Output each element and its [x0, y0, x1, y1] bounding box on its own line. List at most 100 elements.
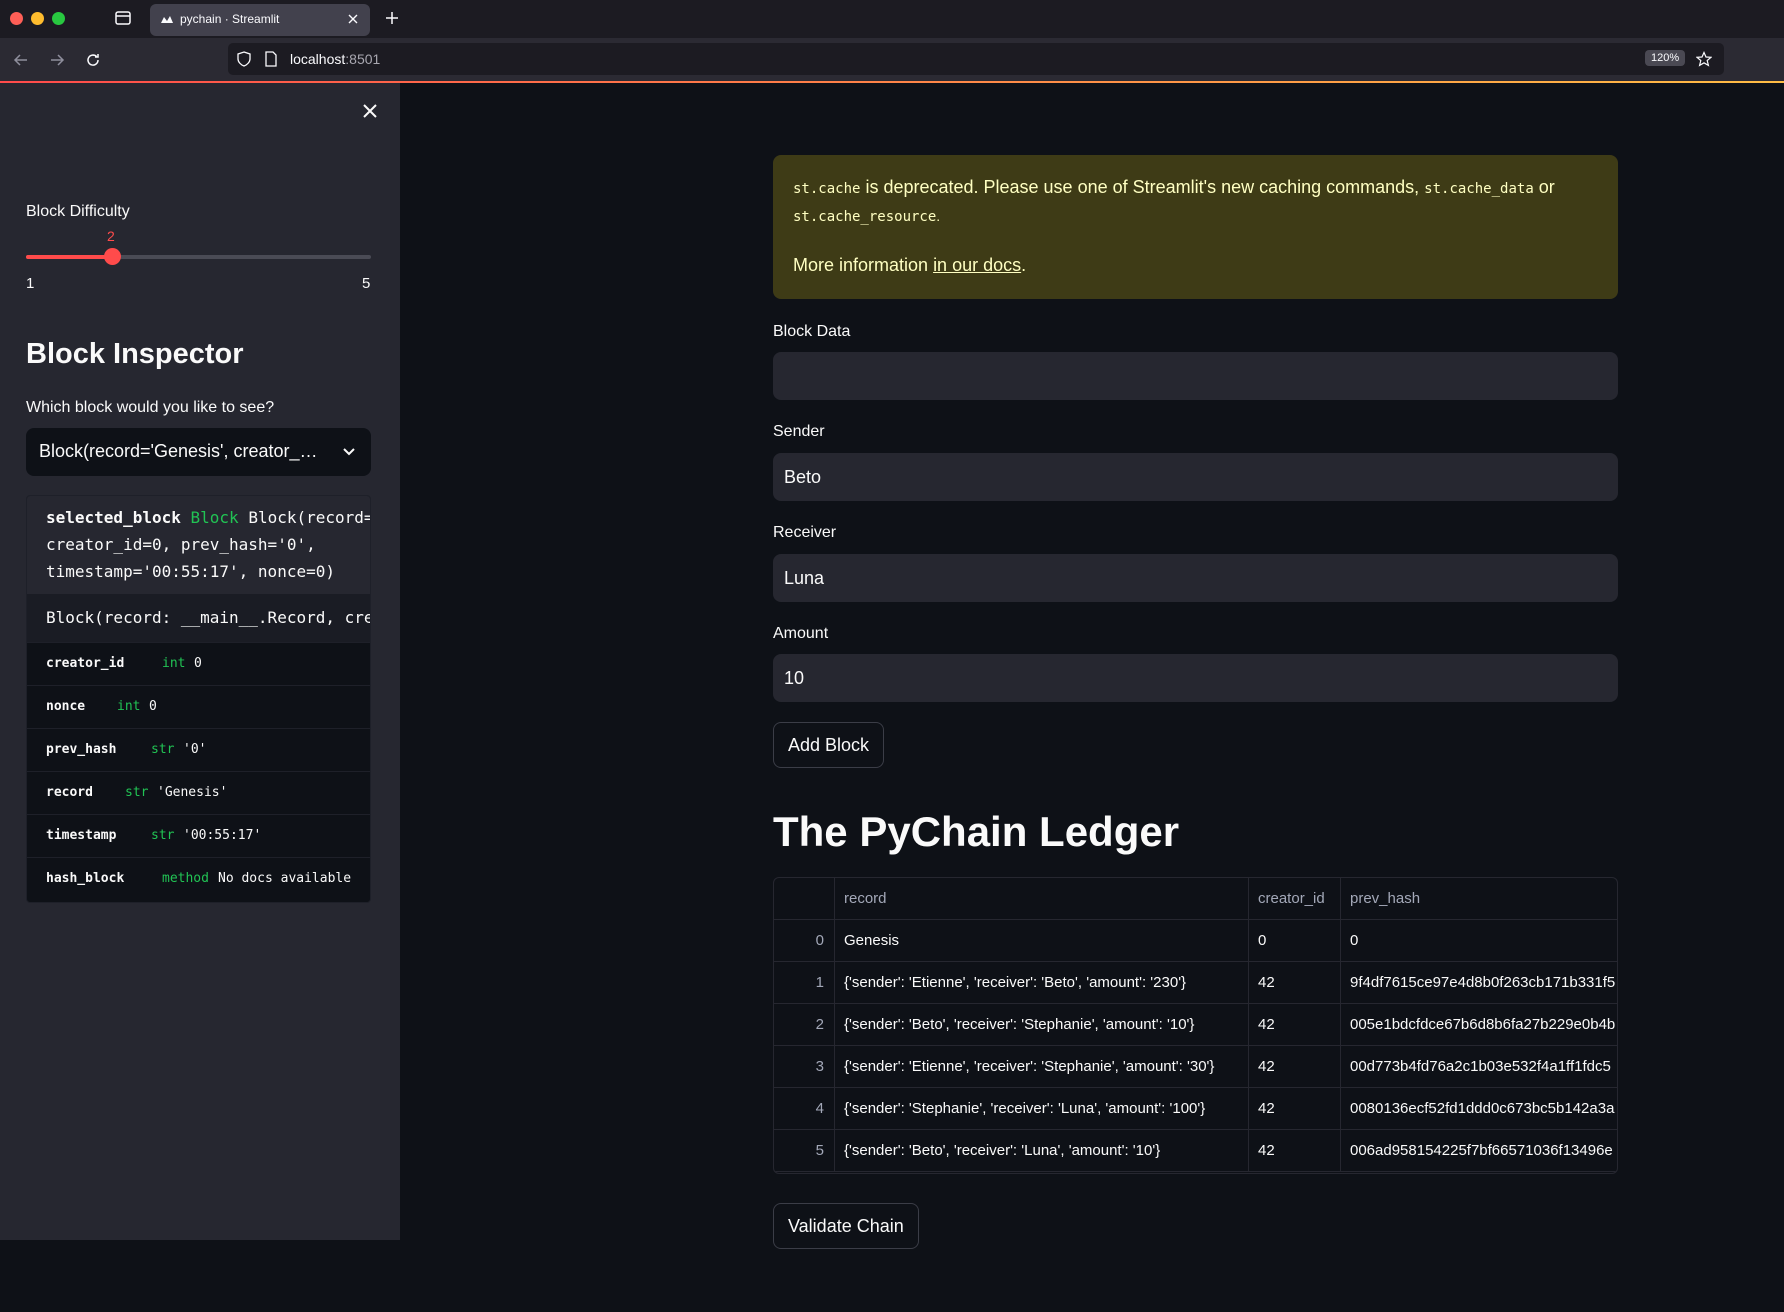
- difficulty-slider[interactable]: [26, 248, 371, 265]
- attribute-value: 0: [194, 656, 202, 671]
- row-index: 5: [774, 1130, 835, 1172]
- table-row[interactable]: 4 {'sender': 'Stephanie', 'receiver': 'Lu…: [774, 1088, 1617, 1130]
- help-attribute-row: timestamp str '00:55:17': [27, 814, 370, 857]
- help-head-line-3: timestamp='00:55:17', nonce=0): [46, 562, 335, 581]
- url-bar[interactable]: localhost:8501 120%: [228, 43, 1724, 75]
- slider-fill: [26, 255, 113, 259]
- ledger-table[interactable]: record creator_id prev_hash 0 Genesis 0 0 1{…: [773, 877, 1618, 1174]
- zoom-level-badge[interactable]: 120%: [1645, 50, 1686, 66]
- add-block-button[interactable]: Add Block: [773, 722, 885, 768]
- record-cell[interactable]: Genesis: [835, 920, 1249, 962]
- column-header-prev-hash[interactable]: prev_hash: [1341, 878, 1617, 920]
- streamlit-favicon-icon: [161, 16, 173, 23]
- docs-link[interactable]: in our docs: [933, 255, 1021, 275]
- table-row[interactable]: 3 {'sender': 'Etienne', 'receiver': 'Step…: [774, 1046, 1617, 1088]
- prev-hash-cell[interactable]: 006ad958154225f7bf66571036f13496e: [1341, 1130, 1617, 1172]
- url-text[interactable]: localhost:8501: [290, 51, 380, 67]
- table-header-row: record creator_id prev_hash: [774, 878, 1617, 920]
- creator-id-cell[interactable]: 42: [1249, 1088, 1341, 1130]
- record-cell[interactable]: {'sender': 'Etienne', 'receiver': 'Beto'…: [835, 962, 1249, 1004]
- row-index: 2: [774, 1004, 835, 1046]
- creator-id-cell[interactable]: 42: [1249, 1004, 1341, 1046]
- shield-icon[interactable]: [236, 51, 252, 67]
- prev-hash-cell[interactable]: 00d773b4fd76a2c1b03e532f4a1ff1fdc5: [1341, 1046, 1617, 1088]
- close-window-button[interactable]: [10, 12, 23, 25]
- help-attribute-row: record str 'Genesis': [27, 771, 370, 814]
- table-row[interactable]: 5 {'sender': 'Beto', 'receiver': 'Luna', …: [774, 1130, 1617, 1172]
- slider-current-value: 2: [107, 228, 115, 244]
- column-header-record[interactable]: record: [835, 878, 1249, 920]
- creator-id-cell[interactable]: 0: [1249, 920, 1341, 962]
- close-tab-icon[interactable]: [344, 10, 362, 28]
- close-sidebar-icon[interactable]: [360, 101, 380, 121]
- slider-max-label: 5: [362, 275, 371, 292]
- block-select-value: Block(record='Genesis', creator_id=0, pr…: [39, 441, 319, 461]
- help-attribute-row: prev_hash str '0': [27, 728, 370, 771]
- block-select-label: Which block would you like to see?: [26, 399, 275, 416]
- amount-input[interactable]: [773, 654, 1618, 702]
- help-attribute-row: creator_id int 0: [27, 642, 370, 685]
- tab-title: pychain · Streamlit: [180, 12, 280, 26]
- ledger-heading: The PyChain Ledger: [773, 808, 1180, 855]
- block-help-panel: selected_block Block Block(record='Genes…: [26, 495, 371, 903]
- tab-overview-icon[interactable]: [114, 9, 132, 27]
- attribute-value: '0': [183, 742, 207, 757]
- help-attribute-row: nonce int 0: [27, 685, 370, 728]
- sidebar: Block Difficulty 2 1 5 Block Inspector W…: [0, 83, 400, 1240]
- chevron-down-icon: [343, 448, 355, 456]
- attribute-name: record: [46, 785, 93, 800]
- block-inspector-heading: Block Inspector: [26, 338, 244, 370]
- maximize-window-button[interactable]: [52, 12, 65, 25]
- attribute-name: hash_block: [46, 871, 125, 886]
- attribute-name: nonce: [46, 699, 86, 714]
- warning-line-2: st.cache_resource.: [793, 208, 941, 225]
- creator-id-cell[interactable]: 42: [1249, 962, 1341, 1004]
- help-attribute-row: hash_block method No docs available: [27, 857, 370, 900]
- sender-input[interactable]: [773, 453, 1618, 501]
- validate-chain-button[interactable]: Validate Chain: [773, 1203, 919, 1249]
- slider-thumb[interactable]: [104, 248, 122, 265]
- page-info-icon[interactable]: [264, 51, 278, 67]
- attribute-value: '00:55:17': [183, 828, 262, 843]
- new-tab-icon[interactable]: [383, 9, 401, 27]
- table-row[interactable]: 2 {'sender': 'Beto', 'receiver': 'Stephan…: [774, 1004, 1617, 1046]
- block-select[interactable]: Block(record='Genesis', creator_id=0, pr…: [26, 428, 371, 476]
- creator-id-cell[interactable]: 42: [1249, 1046, 1341, 1088]
- table-row[interactable]: 1 {'sender': 'Etienne', 'receiver': 'Beto…: [774, 962, 1617, 1004]
- prev-hash-cell[interactable]: 9f4df7615ce97e4d8b0f263cb171b331f5: [1341, 962, 1617, 1004]
- creator-id-cell[interactable]: 42: [1249, 1130, 1341, 1172]
- help-signature: Block(record: __main__.Record, creator_i…: [27, 594, 370, 642]
- back-icon[interactable]: [12, 51, 30, 69]
- prev-hash-cell[interactable]: 0080136ecf52fd1ddd0c673bc5b142a3a: [1341, 1088, 1617, 1130]
- browser-tab[interactable]: pychain · Streamlit: [150, 4, 370, 36]
- attribute-type: int: [162, 656, 186, 671]
- warning-line-1: st.cache is deprecated. Please use one o…: [793, 177, 1555, 197]
- prev-hash-cell[interactable]: 005e1bdcfdce67b6d8b6fa27b229e0b4b: [1341, 1004, 1617, 1046]
- record-cell[interactable]: {'sender': 'Etienne', 'receiver': 'Steph…: [835, 1046, 1249, 1088]
- column-header-creator-id[interactable]: creator_id: [1249, 878, 1341, 920]
- help-signature-text: Block(record: __main__.Record, creator_i…: [46, 608, 370, 627]
- minimize-window-button[interactable]: [31, 12, 44, 25]
- column-header-index: [774, 878, 835, 920]
- attribute-value: 0: [149, 699, 157, 714]
- attribute-name: prev_hash: [46, 742, 117, 757]
- row-index: 4: [774, 1088, 835, 1130]
- table-row[interactable]: 0 Genesis 0 0: [774, 920, 1617, 962]
- prev-hash-cell[interactable]: 0: [1341, 920, 1617, 962]
- attribute-type: str: [151, 828, 175, 843]
- attribute-name: timestamp: [46, 828, 117, 843]
- reload-icon[interactable]: [84, 51, 102, 69]
- attribute-name: creator_id: [46, 656, 125, 671]
- block-data-input[interactable]: [773, 352, 1618, 400]
- record-cell[interactable]: {'sender': 'Beto', 'receiver': 'Luna', '…: [835, 1130, 1249, 1172]
- record-cell[interactable]: {'sender': 'Stephanie', 'receiver': 'Lun…: [835, 1088, 1249, 1130]
- attribute-value: No docs available: [218, 871, 352, 886]
- attribute-type: str: [151, 742, 175, 757]
- record-cell[interactable]: {'sender': 'Beto', 'receiver': 'Stephani…: [835, 1004, 1249, 1046]
- receiver-input[interactable]: [773, 554, 1618, 602]
- bookmark-star-icon[interactable]: [1696, 51, 1712, 67]
- forward-icon[interactable]: [48, 51, 66, 69]
- attribute-type: str: [125, 785, 149, 800]
- attribute-type: method: [162, 871, 209, 886]
- attribute-value: 'Genesis': [157, 785, 228, 800]
